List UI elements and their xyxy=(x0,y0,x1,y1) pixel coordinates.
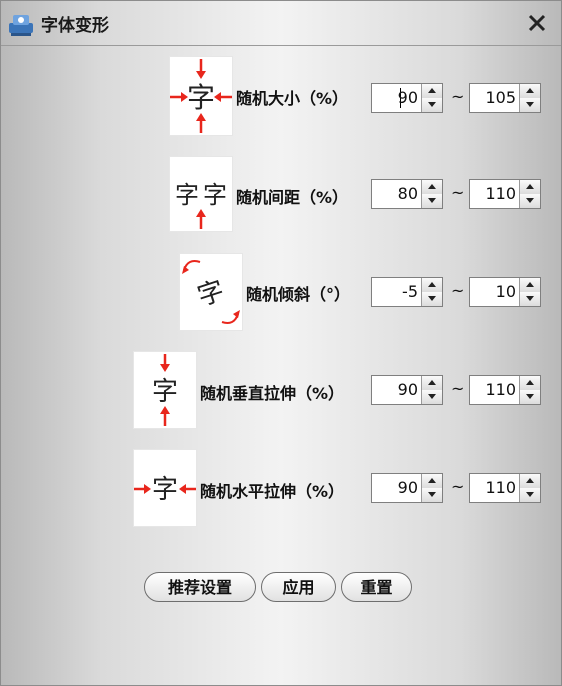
random-spacing-label: 随机间距（%） xyxy=(236,188,349,207)
svg-text:字: 字 xyxy=(152,377,178,407)
spin-up-button[interactable] xyxy=(422,474,442,489)
spinner-value: 90 xyxy=(397,380,418,399)
spinner-value: 10 xyxy=(495,282,516,301)
title-bar[interactable]: 字体变形 xyxy=(1,1,561,46)
apply-button[interactable]: 应用 xyxy=(261,572,336,602)
reset-button[interactable]: 重置 xyxy=(341,572,412,602)
spin-up-button[interactable] xyxy=(520,376,540,391)
range-separator: ~ xyxy=(451,87,465,106)
spin-down-button[interactable] xyxy=(520,98,540,112)
random-spacing-max-spinner[interactable]: 110 xyxy=(469,179,541,209)
svg-text:字: 字 xyxy=(194,276,228,313)
spinner-value: -5 xyxy=(402,282,418,301)
recommend-settings-button[interactable]: 推荐设置 xyxy=(144,572,256,602)
spin-up-button[interactable] xyxy=(422,376,442,391)
spin-up-button[interactable] xyxy=(520,180,540,195)
spin-down-button[interactable] xyxy=(520,194,540,208)
spin-up-button[interactable] xyxy=(520,278,540,293)
random-spacing-min-spinner[interactable]: 80 xyxy=(371,179,443,209)
random-size-label: 随机大小（%） xyxy=(236,89,349,108)
preview-glyph: 字 xyxy=(187,81,215,114)
tilt-preview-image: 字 xyxy=(179,253,243,331)
random-vertical-stretch-label: 随机垂直拉伸（%） xyxy=(200,384,345,403)
svg-text:字: 字 xyxy=(175,181,199,209)
size-preview-image: 字 xyxy=(169,56,233,136)
close-icon[interactable] xyxy=(521,7,553,39)
random-tilt-max-spinner[interactable]: 10 xyxy=(469,277,541,307)
spin-up-button[interactable] xyxy=(422,180,442,195)
spinner-value: 90 xyxy=(397,88,418,107)
spin-down-button[interactable] xyxy=(422,390,442,404)
range-separator: ~ xyxy=(451,183,465,202)
spin-up-button[interactable] xyxy=(422,278,442,293)
spin-down-button[interactable] xyxy=(520,488,540,502)
spinner-value: 110 xyxy=(485,184,516,203)
random-horizontal-stretch-label: 随机水平拉伸（%） xyxy=(200,482,345,501)
spinner-value: 110 xyxy=(485,478,516,497)
spin-down-button[interactable] xyxy=(422,292,442,306)
spin-down-button[interactable] xyxy=(422,488,442,502)
svg-text:字: 字 xyxy=(152,475,178,505)
random-size-max-spinner[interactable]: 105 xyxy=(469,83,541,113)
window-title: 字体变形 xyxy=(41,16,109,36)
random-vertical-stretch-min-spinner[interactable]: 90 xyxy=(371,375,443,405)
spin-up-button[interactable] xyxy=(520,84,540,99)
range-separator: ~ xyxy=(451,281,465,300)
spinner-value: 80 xyxy=(397,184,418,203)
range-separator: ~ xyxy=(451,379,465,398)
random-vertical-stretch-max-spinner[interactable]: 110 xyxy=(469,375,541,405)
random-horizontal-stretch-min-spinner[interactable]: 90 xyxy=(371,473,443,503)
random-horizontal-stretch-max-spinner[interactable]: 110 xyxy=(469,473,541,503)
spin-up-button[interactable] xyxy=(520,474,540,489)
spinner-value: 110 xyxy=(485,380,516,399)
svg-text:字: 字 xyxy=(203,181,227,209)
spin-down-button[interactable] xyxy=(422,194,442,208)
vertical-stretch-preview-image: 字 xyxy=(133,351,197,429)
range-separator: ~ xyxy=(451,477,465,496)
font-transform-dialog: 字体变形 字 随机大小（%） 90 ~ 105 字 字 随机间距（%） 80 ~… xyxy=(0,0,562,686)
spin-up-button[interactable] xyxy=(422,84,442,99)
random-size-min-spinner[interactable]: 90 xyxy=(371,83,443,113)
random-tilt-label: 随机倾斜（°） xyxy=(246,285,351,304)
spin-down-button[interactable] xyxy=(520,292,540,306)
spin-down-button[interactable] xyxy=(520,390,540,404)
spacing-preview-image: 字 字 xyxy=(169,156,233,232)
horizontal-stretch-preview-image: 字 xyxy=(133,449,197,527)
spin-down-button[interactable] xyxy=(422,98,442,112)
random-tilt-min-spinner[interactable]: -5 xyxy=(371,277,443,307)
spinner-value: 90 xyxy=(397,478,418,497)
spinner-value: 105 xyxy=(485,88,516,107)
font-tool-icon xyxy=(9,15,33,36)
